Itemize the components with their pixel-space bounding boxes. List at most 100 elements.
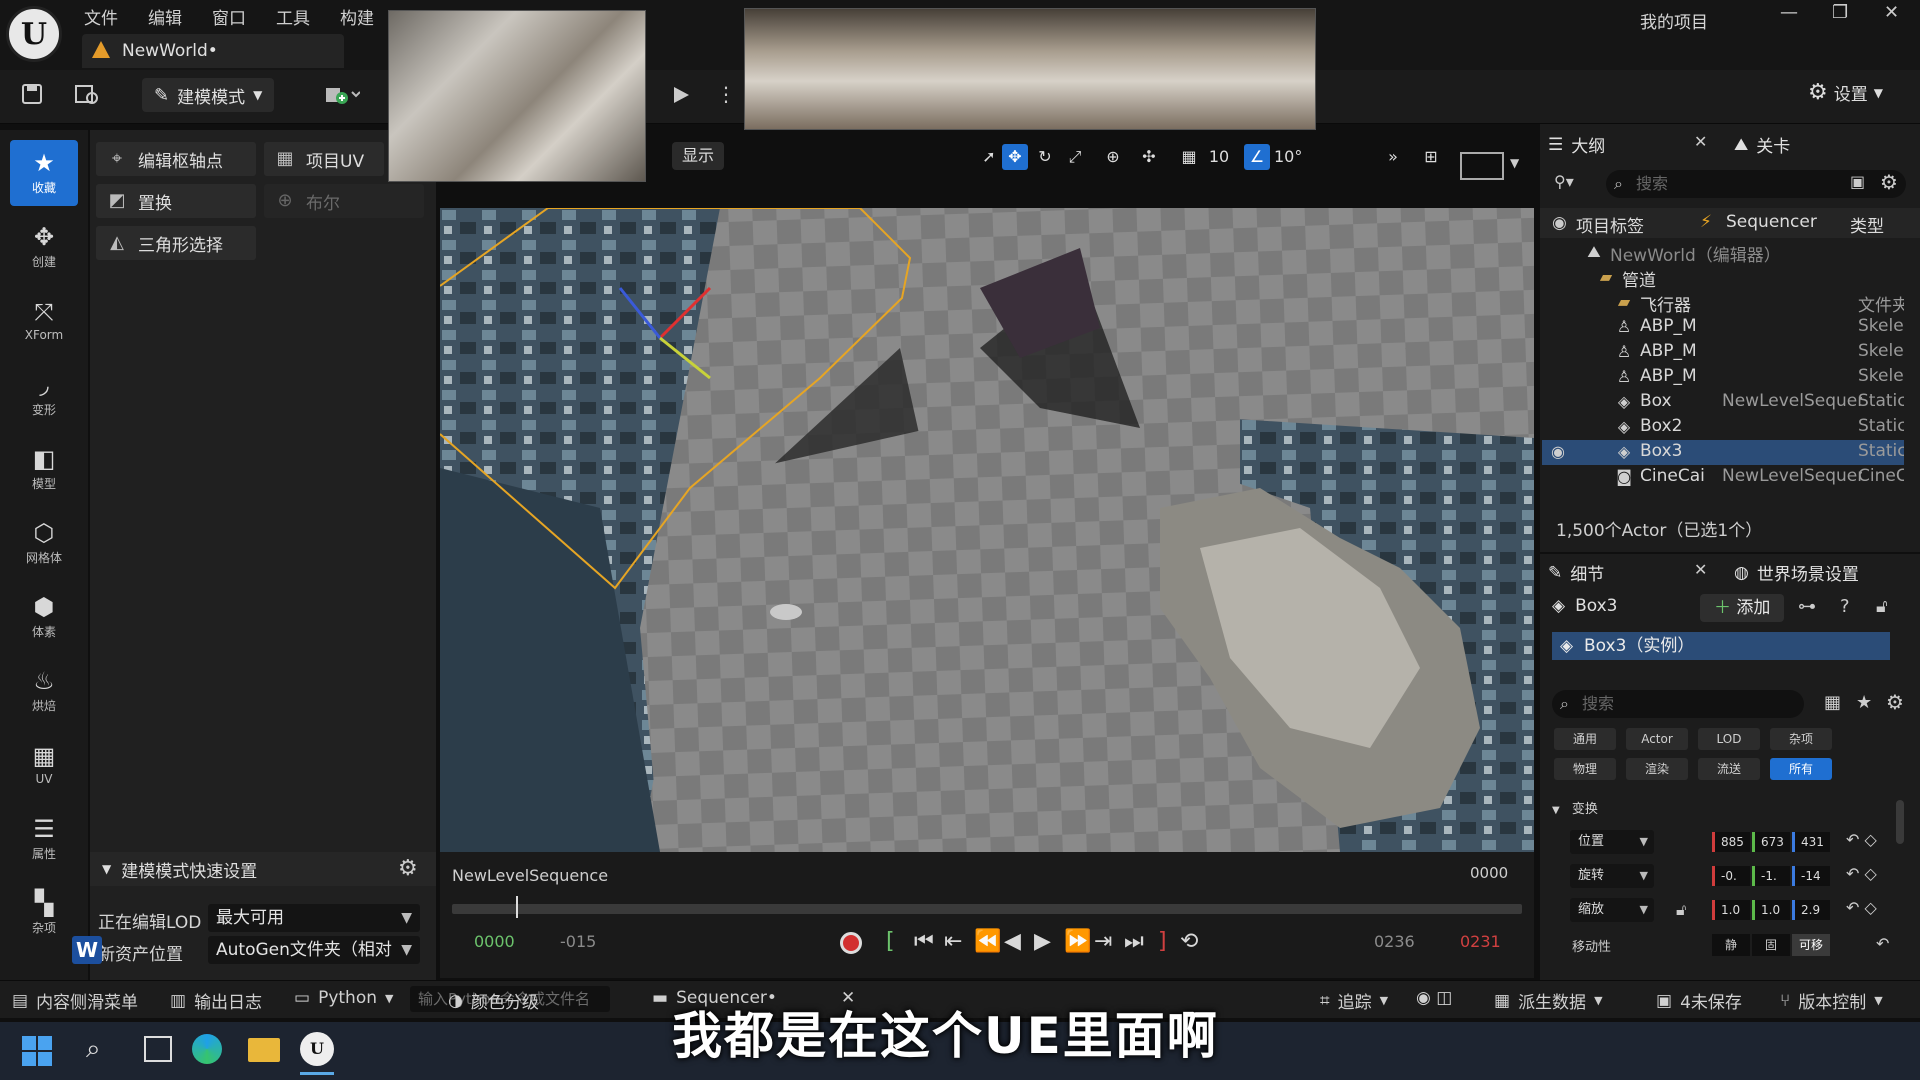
record-icon[interactable]	[840, 932, 862, 954]
mode-attributes[interactable]: ☰ 属性	[10, 806, 78, 872]
reset-keyframe-icon[interactable]: ↶ ◇	[1846, 830, 1877, 849]
settings-button[interactable]: ⚙ 设置 ▼	[1808, 80, 1883, 105]
outliner-row[interactable]: ⛰ NewWorld（编辑器）	[1542, 240, 1904, 266]
filter-button[interactable]: 物理	[1554, 758, 1616, 780]
close-icon[interactable]: ✕	[1694, 560, 1707, 579]
edge-browser-icon[interactable]	[192, 1034, 222, 1064]
mode-selector[interactable]: ✎ 建模模式 ▼	[142, 78, 275, 112]
blueprint-icon[interactable]: ⊶	[1798, 596, 1816, 617]
rotation-y-field[interactable]: -1.	[1752, 866, 1790, 886]
lock-icon[interactable]: 🔓︎	[1876, 596, 1888, 617]
mobility-movable[interactable]: 可移	[1792, 934, 1830, 956]
reset-icon[interactable]: ↶	[1876, 934, 1889, 953]
world-space-icon[interactable]: ⊕	[1100, 144, 1126, 170]
windows-start-icon[interactable]	[22, 1036, 52, 1066]
details-scrollbar[interactable]	[1896, 800, 1904, 844]
rotation-z-field[interactable]: -14	[1792, 866, 1830, 886]
outliner-row[interactable]: ◈ Box NewLevelSequer Static	[1542, 390, 1904, 415]
filter-icon[interactable]: ⚲▾	[1554, 172, 1574, 191]
mode-uv[interactable]: ▦ UV	[10, 732, 78, 798]
scale-tool-icon[interactable]: ⤢	[1062, 144, 1088, 170]
boolean-button[interactable]: ⊕ 布尔	[264, 184, 424, 218]
menu-file[interactable]: 文件	[84, 4, 118, 29]
table-view-icon[interactable]: ▦	[1824, 692, 1841, 713]
task-view-icon[interactable]	[144, 1036, 172, 1062]
unreal-logo[interactable]: U	[6, 6, 62, 62]
gear-icon[interactable]: ⚙	[398, 856, 418, 881]
outliner-row[interactable]: ◙ CineCai NewLevelSequer CineC	[1542, 465, 1904, 490]
star-icon[interactable]: ★	[1856, 692, 1872, 713]
menu-tools[interactable]: 工具	[276, 4, 310, 29]
set-end-icon[interactable]: ]	[1158, 929, 1167, 954]
mode-create[interactable]: ✥ 创建	[10, 214, 78, 280]
add-content-icon[interactable]	[324, 82, 360, 106]
quick-settings-header[interactable]: ▼ 建模模式快速设置	[90, 852, 436, 886]
scale-x-field[interactable]: 1.0	[1712, 900, 1750, 920]
triangle-select-button[interactable]: ◭ 三角形选择	[96, 226, 256, 260]
expand-icon[interactable]: »	[1380, 144, 1406, 170]
location-dropdown[interactable]: 位置 ▼	[1570, 830, 1654, 854]
content-drawer-button[interactable]: ▤ 内容侧滑菜单	[12, 988, 138, 1014]
col-type[interactable]: 类型	[1850, 212, 1884, 237]
replace-button[interactable]: ◩ 置换	[96, 184, 256, 218]
location-z-field[interactable]: 431	[1792, 832, 1830, 852]
next-key-icon[interactable]: ⇥	[1094, 929, 1112, 954]
derived-data-button[interactable]: ▦ 派生数据 ▼	[1494, 988, 1603, 1014]
edit-pivot-button[interactable]: ⌖ 编辑枢轴点	[96, 142, 256, 176]
record-status-icon[interactable]: ◉ ◫	[1416, 988, 1452, 1008]
chevron-down-icon[interactable]: ▼	[1510, 156, 1519, 170]
scale-y-field[interactable]: 1.0	[1752, 900, 1790, 920]
gear-icon[interactable]: ⚙	[1880, 170, 1898, 194]
unreal-taskbar-icon[interactable]: U	[300, 1032, 334, 1066]
layout-icon[interactable]: ⊞	[1418, 144, 1444, 170]
gear-icon[interactable]: ⚙	[1886, 690, 1904, 714]
set-start-icon[interactable]: [	[886, 929, 895, 954]
mode-star[interactable]: ★ 收藏	[10, 140, 78, 206]
tab-levels[interactable]: ⛰ 关卡	[1734, 132, 1790, 158]
details-search-input[interactable]: ⌕ 搜索	[1552, 690, 1804, 718]
outliner-row[interactable]: ◉ ◈ Box3 Static	[1542, 440, 1904, 465]
mode-mesh[interactable]: ⬡ 网格体	[10, 510, 78, 576]
playhead[interactable]	[516, 896, 519, 918]
reset-keyframe-icon[interactable]: ↶ ◇	[1846, 864, 1877, 883]
loop-icon[interactable]: ⟲	[1180, 929, 1198, 954]
col-sequencer[interactable]: Sequencer	[1726, 212, 1817, 232]
more-options-icon[interactable]: ⋮	[716, 82, 736, 106]
transform-section-header[interactable]: ▼ 变换	[1552, 798, 1598, 817]
rotation-snap-icon[interactable]: ∠	[1244, 144, 1270, 170]
translate-tool-icon[interactable]: ✥	[1002, 144, 1028, 170]
visibility-icon[interactable]: ◉	[1548, 442, 1568, 462]
menu-window[interactable]: 窗口	[212, 4, 246, 29]
view-start-time[interactable]: -015	[560, 932, 596, 951]
visibility-icon[interactable]: ◉	[1552, 213, 1567, 233]
filter-button[interactable]: 通用	[1554, 728, 1616, 750]
level-viewport[interactable]	[440, 208, 1534, 852]
document-tab[interactable]: NewWorld•	[82, 34, 344, 68]
view-end-time[interactable]: 0236	[1374, 932, 1415, 951]
rotation-x-field[interactable]: -0.	[1712, 866, 1750, 886]
step-forward-icon[interactable]: ⏩	[1064, 929, 1091, 954]
reset-keyframe-icon[interactable]: ↶ ◇	[1846, 898, 1877, 917]
python-dropdown[interactable]: ▭ Python ▼	[294, 988, 393, 1008]
project-uv-button[interactable]: ▦ 项目UV	[264, 142, 384, 176]
filter-button[interactable]: 杂项	[1770, 728, 1832, 750]
mode-model[interactable]: ◧ 模型	[10, 436, 78, 502]
mode-misc[interactable]: ▚ 杂项	[10, 880, 78, 946]
outliner-row[interactable]: ▰ 飞行器 文件夹	[1542, 290, 1904, 316]
location-x-field[interactable]: 885	[1712, 832, 1750, 852]
menu-build[interactable]: 构建	[340, 4, 374, 29]
scale-z-field[interactable]: 2.9	[1792, 900, 1830, 920]
location-y-field[interactable]: 673	[1752, 832, 1790, 852]
tab-details[interactable]: ✎ 细节	[1548, 560, 1604, 586]
menu-edit[interactable]: 编辑	[148, 4, 182, 29]
mode-deform[interactable]: ◞ 变形	[10, 362, 78, 428]
output-log-button[interactable]: ▥ 输出日志	[170, 988, 262, 1014]
search-icon[interactable]: ⌕	[86, 1034, 101, 1065]
show-button[interactable]: 显示	[672, 142, 725, 170]
play-reverse-icon[interactable]: ◀	[1004, 929, 1021, 954]
mode-bake[interactable]: ♨ 烘焙	[10, 658, 78, 724]
go-to-end-icon[interactable]: ⏭	[1124, 929, 1144, 954]
scale-lock-icon[interactable]: 🔓︎	[1676, 900, 1686, 920]
grid-snap-icon[interactable]: ▦	[1176, 144, 1202, 170]
outliner-row[interactable]: ▰ 管道	[1542, 265, 1904, 291]
